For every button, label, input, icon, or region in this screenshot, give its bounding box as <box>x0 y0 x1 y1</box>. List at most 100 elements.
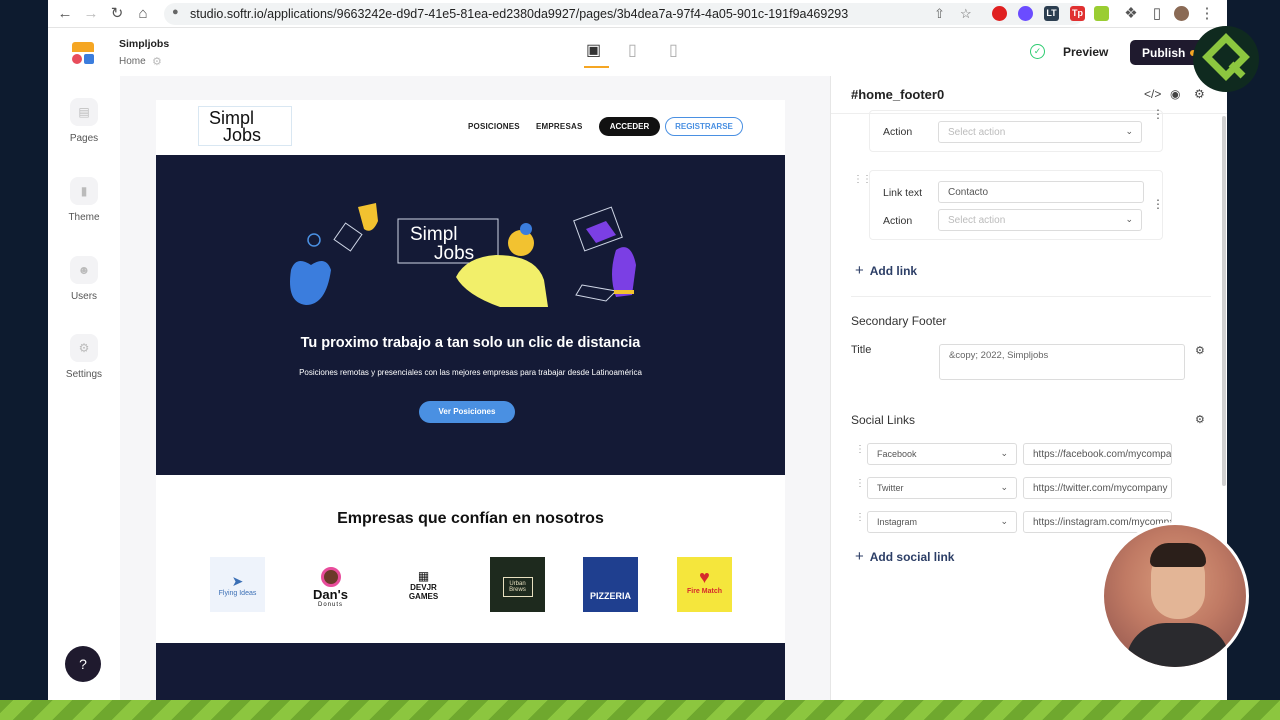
tablet-view-icon[interactable]: ▯ <box>628 40 637 60</box>
address-bar[interactable]: ● studio.softr.io/applications/9663242e-… <box>164 3 1084 25</box>
add-social-link-button[interactable]: + Add social link <box>855 548 954 565</box>
bolt-icon[interactable] <box>1094 6 1109 21</box>
puzzle-icon[interactable]: ❖ <box>1122 5 1140 23</box>
desktop-view-icon[interactable]: ▣ <box>586 40 601 60</box>
registrarse-button[interactable]: REGISTRARSE <box>665 117 743 136</box>
studio-topbar: Simpljobs Home ⚙ ▣ ▯ ▯ ✓ Preview Publish <box>48 28 1227 76</box>
palette-icon[interactable]: ⚙ <box>1194 87 1205 101</box>
social-network-select[interactable]: Instagram ⌄ <box>867 511 1017 533</box>
link-text-label: Link text <box>883 187 923 199</box>
company-logo-dans-donuts: Dan's Donuts <box>303 557 358 612</box>
page-settings-icon[interactable]: ⚙ <box>152 55 162 68</box>
opera-icon[interactable] <box>992 6 1007 21</box>
logo-line: Jobs <box>223 125 262 145</box>
more-options-icon[interactable]: ⋮ <box>1152 197 1164 211</box>
hero-logo-line: Simpl <box>410 224 458 245</box>
next-section[interactable] <box>156 643 785 700</box>
tp-icon[interactable]: Tp <box>1070 6 1085 21</box>
sidebar-item-users[interactable]: ☻ Users <box>48 256 120 302</box>
company-name: Urban Brews <box>502 577 533 597</box>
profile-avatar[interactable] <box>1174 6 1189 21</box>
hero-section[interactable]: Simpl Jobs Tu proximo trabajo a tan solo… <box>156 155 785 475</box>
company-logo-urban-brews: Urban Brews <box>490 557 545 612</box>
share-icon[interactable]: ⇧ <box>934 6 945 22</box>
forward-icon[interactable]: → <box>82 5 100 23</box>
action-label: Action <box>883 126 913 138</box>
block-id-title: #home_footer0 <box>851 87 945 102</box>
company-name: DEVJR <box>410 583 437 592</box>
hero-illustration: Simpl Jobs <box>290 203 636 307</box>
preview-button[interactable]: Preview <box>1063 45 1108 59</box>
reload-icon[interactable]: ↻ <box>108 5 126 23</box>
decorative-bottom-strip <box>0 700 1280 720</box>
action-select[interactable]: Select action ⌄ <box>938 209 1142 231</box>
presenter-webcam <box>1101 522 1249 670</box>
secondary-footer-title: Secondary Footer <box>851 314 947 328</box>
mobile-view-icon[interactable]: ▯ <box>669 40 678 60</box>
social-network-select[interactable]: Twitter ⌄ <box>867 477 1017 499</box>
nav-posiciones[interactable]: POSICIONES <box>468 122 520 131</box>
company-name: Flying Ideas <box>218 590 257 597</box>
app-name[interactable]: Simpljobs <box>119 38 169 50</box>
select-value: Twitter <box>877 483 904 493</box>
palette-icon[interactable]: ⚙ <box>1195 413 1205 426</box>
link-text-input[interactable]: Contacto <box>938 181 1144 203</box>
ver-posiciones-button[interactable]: Ver Posiciones <box>419 401 515 423</box>
current-page-name[interactable]: Home <box>119 56 146 67</box>
social-network-select[interactable]: Facebook ⌄ <box>867 443 1017 465</box>
social-url-input[interactable]: https://facebook.com/mycompany <box>1023 443 1172 465</box>
add-link-button[interactable]: + Add link <box>855 262 917 279</box>
lt-icon[interactable]: LT <box>1044 6 1059 21</box>
hero-title: Tu proximo trabajo a tan solo un clic de… <box>300 335 641 351</box>
company-logo-pizzeria: PIZZERIA <box>583 557 638 612</box>
active-device-indicator <box>584 66 609 68</box>
chevron-down-icon: ⌄ <box>1125 126 1133 136</box>
sidebar-item-label: Theme <box>68 212 100 223</box>
help-button[interactable]: ? <box>65 646 101 682</box>
menu-dots-icon[interactable]: ⋮ <box>1198 5 1216 23</box>
eye-icon[interactable]: ◉ <box>1170 87 1180 101</box>
add-link-label: Add link <box>869 264 918 278</box>
more-options-icon[interactable]: ⋮ <box>1152 107 1164 121</box>
code-icon[interactable]: </> <box>1144 87 1161 101</box>
company-logo-flying-ideas: ➤ Flying Ideas <box>210 557 265 612</box>
donut-icon <box>320 567 341 587</box>
sidebar-item-pages[interactable]: ▤ Pages <box>48 98 120 144</box>
channel-logo-icon <box>1193 26 1259 92</box>
paper-plane-icon: ➤ <box>231 573 244 589</box>
home-icon[interactable]: ⌂ <box>134 5 152 23</box>
browser-toolbar: ← → ↻ ⌂ ● studio.softr.io/applications/9… <box>48 0 1227 28</box>
footer-title-textarea[interactable]: &copy; 2022, Simpljobs <box>939 344 1185 380</box>
browser-window: ← → ↻ ⌂ ● studio.softr.io/applications/9… <box>48 0 1227 700</box>
pages-icon: ▤ <box>70 98 98 126</box>
publish-label: Publish <box>1142 46 1186 60</box>
back-icon[interactable]: ← <box>56 5 74 23</box>
select-value: Instagram <box>877 517 918 527</box>
footer-link-card: Link text Contacto Action Select action … <box>869 170 1164 240</box>
gamepad-icon: ▦ <box>417 569 430 583</box>
select-value: Facebook <box>877 449 917 459</box>
saved-check-icon: ✓ <box>1030 44 1045 59</box>
users-icon: ☻ <box>70 256 98 284</box>
acceder-button[interactable]: ACCEDER <box>599 117 660 136</box>
company-logo-fire-match: ♥ Fire Match <box>677 557 732 612</box>
sidebar-item-theme[interactable]: ▮ Theme <box>48 177 120 223</box>
site-header[interactable]: Simpl Jobs POSICIONES EMPRESAS ACCEDER R… <box>156 100 785 155</box>
lock-icon: ● <box>172 6 179 18</box>
palette-icon[interactable]: ⚙ <box>1195 344 1205 357</box>
gear-icon: ⚙ <box>70 334 98 362</box>
site-logo[interactable]: Simpl Jobs <box>198 106 292 146</box>
social-url-input[interactable]: https://twitter.com/mycompany <box>1023 477 1172 499</box>
plus-icon: + <box>855 548 864 565</box>
company-name: Dan's <box>313 587 348 602</box>
sidebar-item-settings[interactable]: ⚙ Settings <box>48 334 120 380</box>
bookmark-star-icon[interactable]: ☆ <box>960 6 972 22</box>
chatgpt-icon[interactable] <box>1018 6 1033 21</box>
url-text: studio.softr.io/applications/9663242e-d9… <box>190 7 849 21</box>
action-select[interactable]: Select action ⌄ <box>938 121 1142 143</box>
softr-logo <box>72 42 94 64</box>
paint-roller-icon: ▮ <box>70 177 98 205</box>
panel-scrollbar[interactable] <box>1222 116 1226 486</box>
nav-empresas[interactable]: EMPRESAS <box>536 122 583 131</box>
sidebar-toggle-icon[interactable]: ▯ <box>1148 5 1166 23</box>
